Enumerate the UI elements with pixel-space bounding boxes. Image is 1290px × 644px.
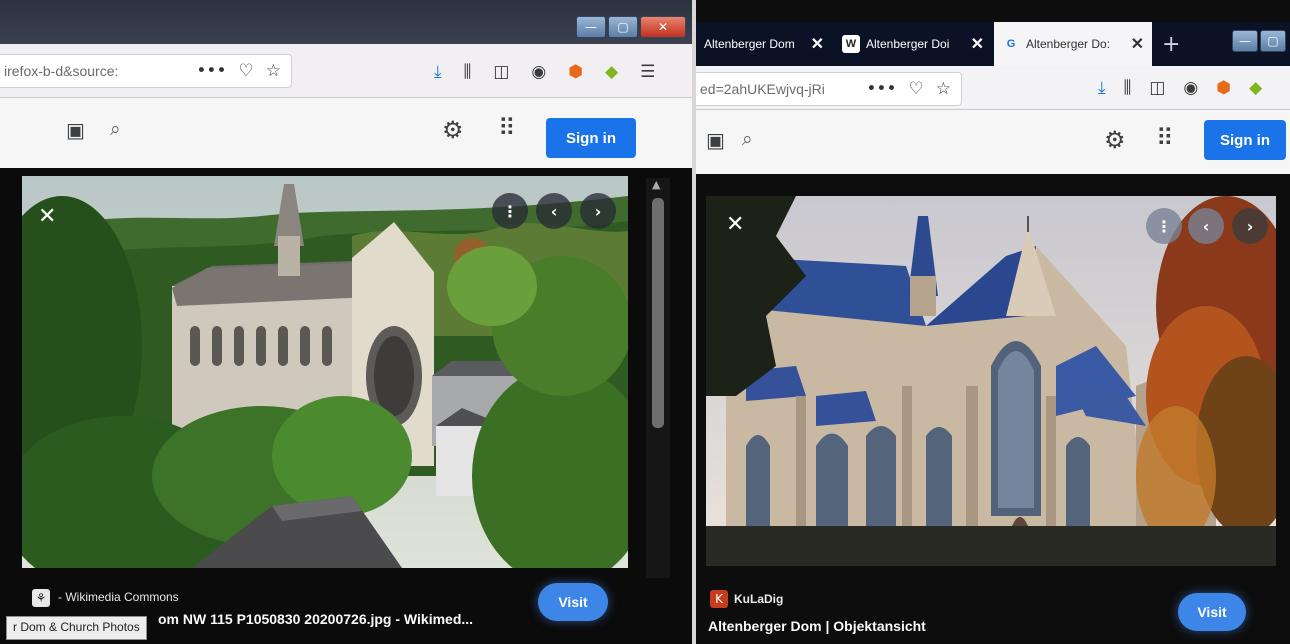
screen: — ▢ ✕ irefox-b-d&source: ••• ♡ ☆ ⤓ ⫼ ◫ ◉… [0, 0, 1290, 644]
tab-label: Altenberger Do: [1026, 37, 1111, 51]
more-options-icon[interactable]: ⋮ [492, 193, 528, 229]
settings-gear-icon[interactable]: ⚙ [1104, 126, 1126, 154]
viewer-scrollbar[interactable]: ▲ [646, 178, 670, 578]
url-actions: ••• ♡ ☆ [196, 61, 281, 81]
url-actions: ••• ♡ ☆ [866, 79, 951, 99]
left-title-bar: — ▢ ✕ [0, 0, 692, 44]
bookmark-star-icon[interactable]: ☆ [266, 61, 281, 81]
address-bar[interactable]: ed=2ahUKEwjvq-jRi ••• ♡ ☆ [696, 72, 962, 106]
google-favicon-icon: G [1006, 38, 1016, 50]
settings-gear-icon[interactable]: ⚙ [442, 116, 464, 144]
more-options-icon[interactable]: ⋮ [1146, 208, 1182, 244]
cathedral-photo [22, 176, 628, 568]
tooltip: r Dom & Church Photos [6, 616, 147, 640]
image-title-link[interactable]: om NW 115 P1050830 20200726.jpg - Wikime… [158, 611, 473, 627]
close-preview-button[interactable]: ✕ [726, 212, 744, 237]
download-icon[interactable]: ⤓ [1098, 78, 1106, 98]
image-title-link[interactable]: Altenberger Dom | Objektansicht [708, 618, 926, 634]
ublock-icon[interactable]: ⬢ [1216, 78, 1231, 98]
sidebar-icon[interactable]: ◫ [1149, 78, 1165, 98]
window-controls: — ▢ ✕ [576, 16, 686, 38]
minimize-button[interactable]: — [1232, 30, 1258, 52]
bookmark-star-icon[interactable]: ☆ [936, 79, 951, 99]
page-actions-icon[interactable]: ••• [196, 61, 226, 81]
maximize-button[interactable]: ▢ [608, 16, 638, 38]
camera-search-icon[interactable]: ▣ [706, 128, 725, 152]
library-icon[interactable]: ⫼ [464, 62, 472, 82]
tab-altenberger-dom-1[interactable]: Altenberger Dom ✕ [696, 22, 832, 66]
extension-icon[interactable]: ◆ [1249, 78, 1262, 98]
pocket-icon[interactable]: ♡ [909, 79, 924, 99]
apps-grid-icon[interactable]: ⠿ [1156, 124, 1174, 152]
account-icon[interactable]: ◉ [531, 62, 546, 82]
tab-label: Altenberger Dom [704, 37, 795, 51]
right-nav-bar: ed=2ahUKEwjvq-jRi ••• ♡ ☆ ⤓ ⫼ ◫ ◉ ⬢ ◆ [696, 66, 1290, 110]
tab-altenberger-dom-google[interactable]: G Altenberger Do: ✕ [994, 22, 1152, 66]
kuladig-favicon-icon: K [710, 590, 728, 608]
cathedral-photo [706, 196, 1276, 566]
visit-button[interactable]: Visit [1178, 593, 1246, 631]
close-preview-button[interactable]: ✕ [38, 204, 56, 229]
google-header: ▣ ⌕ ⚙ ⠿ Sign in [696, 110, 1290, 174]
sidebar-icon[interactable]: ◫ [493, 62, 509, 82]
camera-search-icon[interactable]: ▣ [66, 118, 85, 142]
menu-icon[interactable]: ☰ [640, 62, 655, 82]
sign-in-button[interactable]: Sign in [1204, 120, 1286, 160]
tab-close-icon[interactable]: ✕ [971, 34, 984, 54]
preview-image[interactable] [22, 176, 628, 568]
visit-button[interactable]: Visit [538, 583, 608, 621]
scrollbar-thumb[interactable] [652, 198, 664, 428]
url-text: irefox-b-d&source: [4, 63, 119, 79]
maximize-button[interactable]: ▢ [1260, 30, 1286, 52]
new-tab-button[interactable]: + [1162, 32, 1180, 57]
previous-image-icon[interactable]: ‹ [1188, 208, 1224, 244]
google-header: ▣ ⌕ ⚙ ⠿ Sign in [0, 98, 692, 168]
left-browser-window: — ▢ ✕ irefox-b-d&source: ••• ♡ ☆ ⤓ ⫼ ◫ ◉… [0, 0, 692, 644]
library-icon[interactable]: ⫼ [1124, 78, 1132, 98]
download-icon[interactable]: ⤓ [434, 62, 442, 82]
image-source-label[interactable]: - Wikimedia Commons [58, 590, 179, 604]
image-source-label[interactable]: KuLaDig [734, 592, 783, 606]
tab-strip: Altenberger Dom ✕ W Altenberger Doi ✕ G … [696, 22, 1290, 66]
preview-image[interactable] [706, 196, 1276, 566]
address-bar[interactable]: irefox-b-d&source: ••• ♡ ☆ [0, 54, 292, 88]
minimize-button[interactable]: — [576, 16, 606, 38]
close-window-button[interactable]: ✕ [640, 16, 686, 38]
pocket-icon[interactable]: ♡ [239, 61, 254, 81]
sign-in-button[interactable]: Sign in [546, 118, 636, 158]
apps-grid-icon[interactable]: ⠿ [498, 114, 516, 142]
search-icon[interactable]: ⌕ [110, 118, 121, 140]
account-icon[interactable]: ◉ [1183, 78, 1198, 98]
search-icon[interactable]: ⌕ [742, 128, 753, 150]
tab-altenberger-dom-wikipedia[interactable]: W Altenberger Doi ✕ [834, 22, 992, 66]
url-text: ed=2ahUKEwjvq-jRi [700, 81, 825, 97]
tab-close-icon[interactable]: ✕ [1131, 34, 1144, 54]
next-image-icon[interactable]: › [580, 193, 616, 229]
tab-label: Altenberger Doi [866, 37, 950, 51]
ublock-icon[interactable]: ⬢ [568, 62, 583, 82]
toolbar-icons: ⤓ ⫼ ◫ ◉ ⬢ ◆ [1098, 78, 1262, 98]
scroll-up-icon[interactable]: ▲ [652, 178, 660, 191]
previous-image-icon[interactable]: ‹ [536, 193, 572, 229]
page-actions-icon[interactable]: ••• [866, 79, 896, 99]
left-nav-bar: irefox-b-d&source: ••• ♡ ☆ ⤓ ⫼ ◫ ◉ ⬢ ◆ ☰ [0, 44, 692, 98]
next-image-icon[interactable]: › [1232, 208, 1268, 244]
toolbar-icons: ⤓ ⫼ ◫ ◉ ⬢ ◆ ☰ [434, 62, 655, 82]
tab-close-icon[interactable]: ✕ [811, 34, 824, 54]
wikimedia-favicon-icon: ⚘ [32, 589, 50, 607]
wikipedia-favicon-icon: W [842, 35, 860, 53]
extension-icon[interactable]: ◆ [605, 62, 618, 82]
